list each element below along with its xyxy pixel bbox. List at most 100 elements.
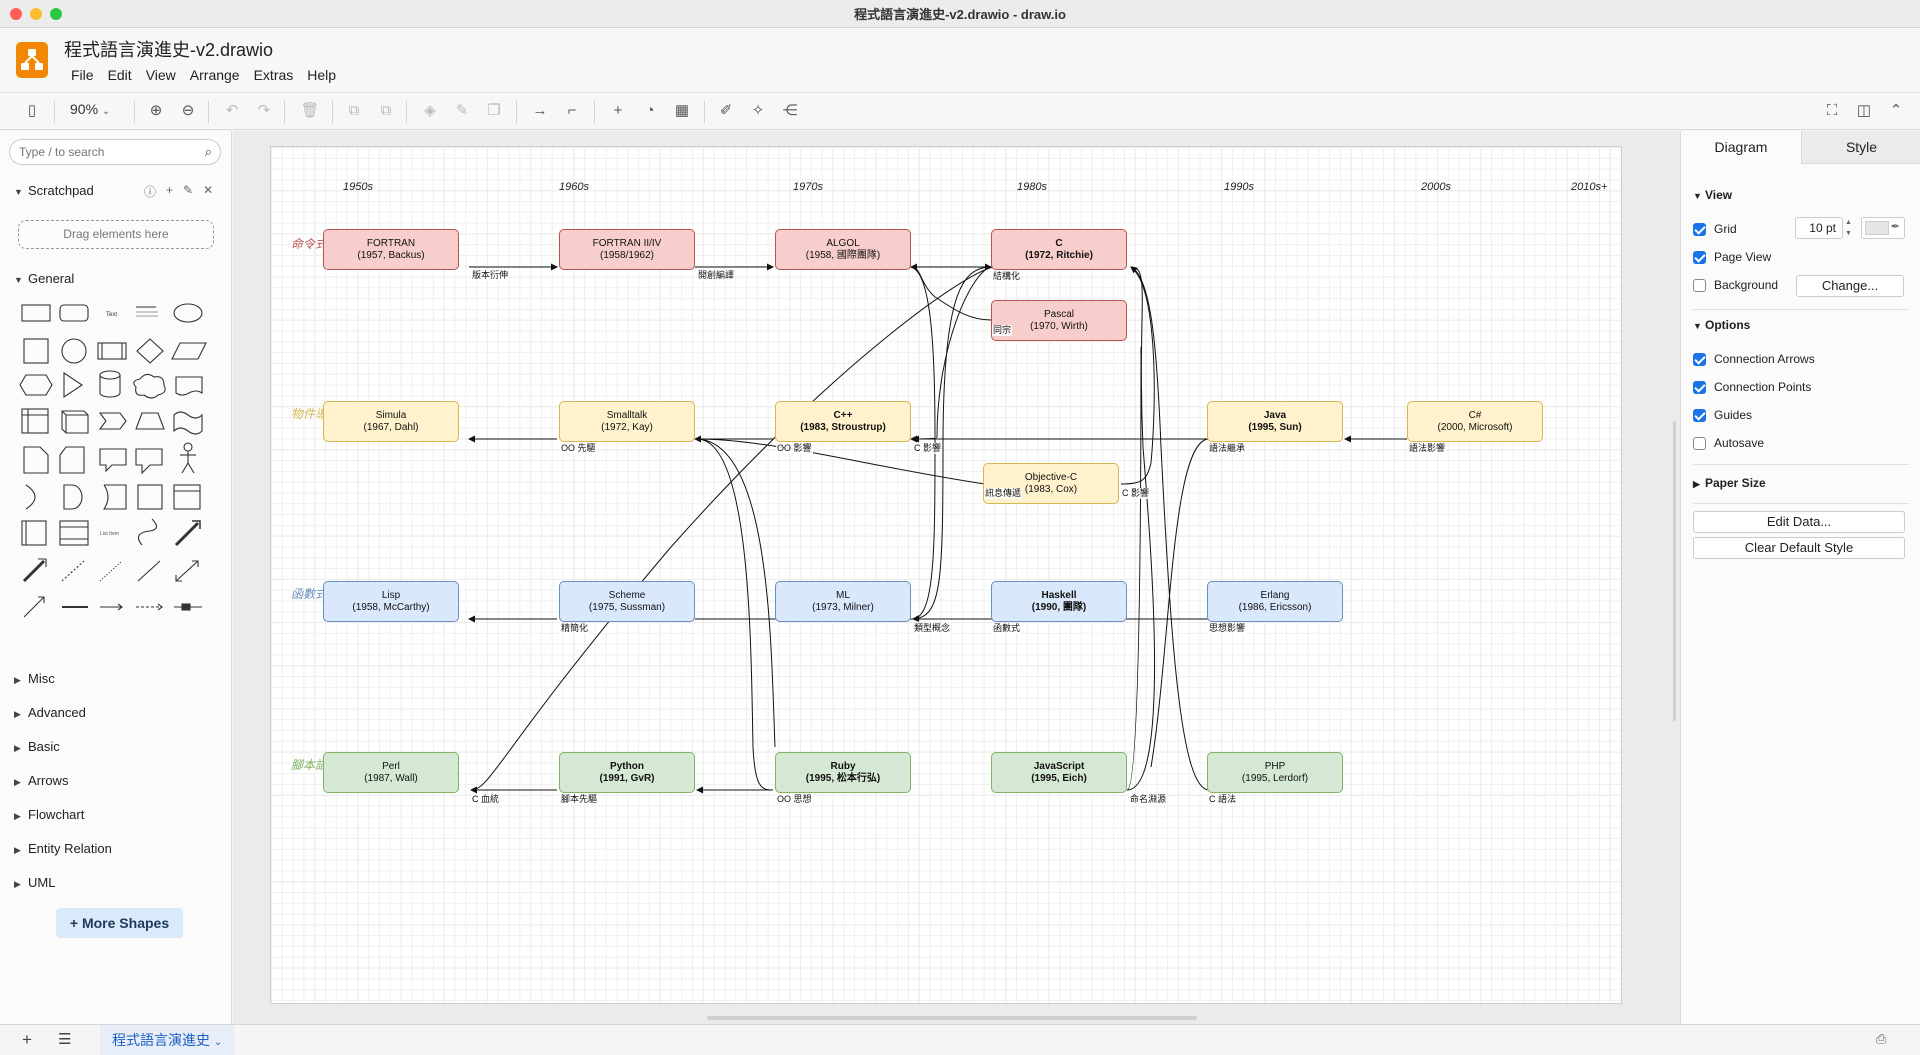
document-title[interactable]: 程式語言演進史-v2.drawio — [64, 36, 273, 62]
node-haskell[interactable]: Haskell (1990, 團隊) — [991, 581, 1127, 622]
node-perl[interactable]: Perl (1987, Wall) — [323, 752, 459, 793]
sidebar-toggle-icon[interactable]: ▯ — [22, 101, 42, 121]
checkbox-checked-icon[interactable] — [1693, 408, 1706, 422]
magic-wand-icon[interactable]: ✧ — [748, 101, 768, 121]
connection-points-checkbox[interactable]: Connection Points — [1693, 380, 1811, 394]
zoom-window-button[interactable] — [50, 8, 62, 20]
node-javascript[interactable]: JavaScript (1995, Eich) — [991, 752, 1127, 793]
node-fortran2[interactable]: FORTRAN II/IV (1958/1962) — [559, 229, 695, 270]
paper-size-section-header[interactable]: ▶ Paper Size — [1693, 476, 1766, 490]
menu-edit[interactable]: Edit — [101, 67, 139, 83]
zoom-out-icon[interactable]: ⊖ — [178, 101, 198, 121]
autosave-checkbox[interactable]: Autosave — [1693, 436, 1764, 450]
sidebar-section-flowchart[interactable]: ▶ Flowchart — [14, 807, 84, 822]
to-front-icon[interactable]: ⧉ — [344, 101, 364, 121]
vertical-scrollbar[interactable] — [1673, 421, 1676, 721]
close-window-button[interactable] — [10, 8, 22, 20]
general-shapes-palette[interactable]: Text List Item — [18, 301, 228, 641]
insert-plus-icon[interactable]: + — [608, 101, 628, 121]
grid-color-picker[interactable]: ✒ — [1861, 217, 1905, 239]
more-shapes-button[interactable]: + More Shapes — [56, 908, 183, 938]
waypoints-icon[interactable]: ⌐ — [562, 101, 582, 121]
menu-view[interactable]: View — [139, 67, 183, 83]
shape-search-input[interactable] — [19, 145, 189, 159]
diagram-page[interactable]: 1950s 1960s 1970s 1980s 1990s 2000s 2010… — [270, 146, 1622, 1004]
node-algol[interactable]: ALGOL (1958, 國際團隊) — [775, 229, 911, 270]
horizontal-scrollbar[interactable] — [707, 1016, 1197, 1020]
menu-arrange[interactable]: Arrange — [183, 67, 247, 83]
node-ml[interactable]: ML (1973, Milner) — [775, 581, 911, 622]
checkbox-unchecked-icon[interactable] — [1693, 436, 1706, 450]
sidebar-section-advanced[interactable]: ▶ Advanced — [14, 705, 86, 720]
search-icon[interactable]: ⌕ — [205, 144, 212, 160]
view-section-header[interactable]: ▼ View — [1693, 188, 1732, 202]
connection-arrows-checkbox[interactable]: Connection Arrows — [1693, 352, 1815, 366]
feedback-icon[interactable]: ⎙ — [1876, 1031, 1886, 1047]
delete-icon[interactable]: 🗑 — [300, 101, 320, 121]
node-python[interactable]: Python (1991, GvR) — [559, 752, 695, 793]
change-background-button[interactable]: Change... — [1796, 275, 1904, 297]
node-fortran[interactable]: FORTRAN (1957, Backus) — [323, 229, 459, 270]
table-icon[interactable]: ▦ — [672, 101, 692, 121]
zoom-in-icon[interactable]: ⊕ — [146, 101, 166, 121]
add-page-icon[interactable]: + — [22, 1030, 32, 1050]
node-smalltalk[interactable]: Smalltalk (1972, Kay) — [559, 401, 695, 442]
page-view-checkbox[interactable]: Page View — [1693, 250, 1771, 264]
guides-checkbox[interactable]: Guides — [1693, 408, 1752, 422]
sidebar-section-basic[interactable]: ▶ Basic — [14, 739, 60, 754]
diagram-canvas[interactable]: 1950s 1960s 1970s 1980s 1990s 2000s 2010… — [233, 131, 1680, 1024]
clear-default-style-button[interactable]: Clear Default Style — [1693, 537, 1905, 559]
page-tab-active[interactable]: 程式語言演進史 ⌄ — [100, 1025, 235, 1055]
zoom-select[interactable]: 90% ⌄ — [70, 101, 110, 117]
undo-icon[interactable]: ↶ — [222, 101, 242, 121]
tab-style[interactable]: Style — [1801, 131, 1920, 164]
edit-data-button[interactable]: Edit Data... — [1693, 511, 1905, 533]
scratchpad-dropzone[interactable]: Drag elements here — [18, 220, 214, 249]
grid-checkbox[interactable]: Grid — [1693, 222, 1737, 236]
sidebar-section-misc[interactable]: ▶ Misc — [14, 671, 55, 686]
node-simula[interactable]: Simula (1967, Dahl) — [323, 401, 459, 442]
grid-size-input[interactable]: 10 pt — [1795, 217, 1843, 239]
add-icon[interactable]: + — [166, 183, 173, 200]
grid-size-stepper[interactable]: ▲ ▼ — [1845, 217, 1852, 239]
connection-arrow-icon[interactable]: → — [530, 101, 550, 121]
help-icon[interactable]: ⓘ — [144, 183, 156, 200]
checkbox-unchecked-icon[interactable] — [1693, 278, 1706, 292]
sidebar-section-entity-relation[interactable]: ▶ Entity Relation — [14, 841, 112, 856]
edit-icon[interactable]: ✎ — [183, 183, 193, 200]
tab-diagram[interactable]: Diagram — [1681, 131, 1801, 164]
minimize-window-button[interactable] — [30, 8, 42, 20]
menu-file[interactable]: File — [64, 67, 101, 83]
checkbox-checked-icon[interactable] — [1693, 250, 1706, 264]
checkbox-checked-icon[interactable] — [1693, 222, 1706, 236]
pages-menu-icon[interactable]: ☰ — [58, 1030, 71, 1048]
shape-search[interactable]: ⌕ — [9, 139, 221, 165]
node-cpp[interactable]: C++ (1983, Stroustrup) — [775, 401, 911, 442]
checkbox-checked-icon[interactable] — [1693, 352, 1706, 366]
scratchpad-header[interactable]: ▼ Scratchpad — [14, 183, 94, 198]
node-csharp[interactable]: C# (2000, Microsoft) — [1407, 401, 1543, 442]
format-painter-icon[interactable]: ✐ — [716, 101, 736, 121]
node-lisp[interactable]: Lisp (1958, McCarthy) — [323, 581, 459, 622]
close-icon[interactable]: ✕ — [203, 183, 213, 200]
general-section-header[interactable]: ▼ General — [14, 271, 74, 286]
line-color-icon[interactable]: ✎ — [452, 101, 472, 121]
tree-layout-icon[interactable]: ⋲ — [780, 101, 800, 121]
redo-icon[interactable]: ↷ — [254, 101, 274, 121]
fullscreen-icon[interactable]: ⛶ — [1822, 101, 1842, 121]
node-ruby[interactable]: Ruby (1995, 松本行弘) — [775, 752, 911, 793]
menu-help[interactable]: Help — [300, 67, 343, 83]
fill-color-icon[interactable]: ◈ — [420, 101, 440, 121]
node-erlang[interactable]: Erlang (1986, Ericsson) — [1207, 581, 1343, 622]
sidebar-section-uml[interactable]: ▶ UML — [14, 875, 55, 890]
menu-extras[interactable]: Extras — [247, 67, 301, 83]
node-java[interactable]: Java (1995, Sun) — [1207, 401, 1343, 442]
options-section-header[interactable]: ▼ Options — [1693, 318, 1750, 332]
insert-shape-icon[interactable]: ◔ — [640, 101, 660, 121]
node-c[interactable]: C (1972, Ritchie) — [991, 229, 1127, 270]
to-back-icon[interactable]: ⧉ — [376, 101, 396, 121]
node-php[interactable]: PHP (1995, Lerdorf) — [1207, 752, 1343, 793]
node-scheme[interactable]: Scheme (1975, Sussman) — [559, 581, 695, 622]
shadow-icon[interactable]: ❐ — [484, 101, 504, 121]
sidebar-section-arrows[interactable]: ▶ Arrows — [14, 773, 68, 788]
